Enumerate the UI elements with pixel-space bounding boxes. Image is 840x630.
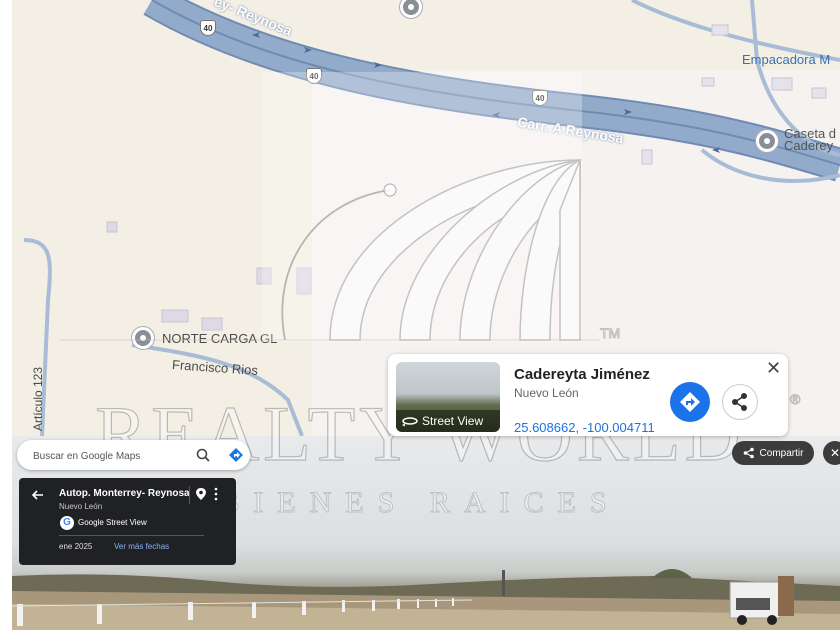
share-button[interactable] bbox=[722, 384, 758, 420]
close-street-view-button[interactable]: ✕ bbox=[823, 441, 840, 465]
capture-date: ene 2025 bbox=[59, 542, 93, 551]
street-view-chip[interactable]: Street View bbox=[396, 410, 500, 432]
street-view-chip-label: Street View bbox=[422, 414, 484, 428]
map-pin-icon[interactable] bbox=[132, 327, 154, 349]
more-vert-icon[interactable] bbox=[213, 487, 219, 501]
share-icon bbox=[743, 447, 754, 459]
place-card[interactable]: Street View Cadereyta Jiménez Nuevo León… bbox=[388, 354, 788, 436]
rotate-360-icon bbox=[402, 417, 418, 427]
directions-button[interactable] bbox=[670, 382, 710, 422]
place-coordinates[interactable]: 25.608662, -100.004711 bbox=[514, 420, 655, 435]
map-pin-icon[interactable] bbox=[756, 130, 778, 152]
poi-label-caseta[interactable]: Caseta d Caderey bbox=[784, 127, 836, 153]
directions-icon[interactable] bbox=[228, 447, 244, 463]
more-dates-link[interactable]: Ver más fechas bbox=[114, 542, 169, 551]
street-view-info-panel: Autop. Monterrey- Reynosa Nuevo León Goo… bbox=[19, 478, 236, 565]
share-icon bbox=[732, 393, 747, 411]
share-label: Compartir bbox=[759, 447, 804, 459]
street-view-subtitle: Nuevo León bbox=[59, 502, 103, 511]
place-title: Cadereyta Jiménez bbox=[514, 366, 650, 383]
place-subtitle: Nuevo León bbox=[514, 386, 579, 400]
divider bbox=[189, 486, 190, 504]
poi-label-norte-carga[interactable]: NORTE CARGA GL bbox=[162, 331, 277, 346]
street-view-source: Google Street View bbox=[78, 518, 147, 527]
back-arrow-icon[interactable] bbox=[31, 488, 45, 502]
caseta-line2: Caderey bbox=[784, 138, 834, 153]
close-icon[interactable]: ✕ bbox=[766, 358, 781, 379]
google-logo-icon bbox=[60, 516, 74, 530]
location-pin-icon[interactable] bbox=[195, 487, 207, 501]
highway-shield-icon: 40 bbox=[200, 20, 216, 36]
search-bar[interactable] bbox=[17, 440, 250, 472]
highway-shield-icon: 40 bbox=[306, 68, 322, 84]
highway-shield-icon: 40 bbox=[532, 90, 548, 106]
left-margin bbox=[0, 0, 12, 630]
divider bbox=[59, 535, 204, 536]
screenshot: 40 40 40 ey- Reynosa Carr. A Reynosa Emp… bbox=[0, 0, 840, 630]
directions-icon bbox=[680, 392, 700, 412]
search-input[interactable] bbox=[31, 440, 195, 472]
search-icon[interactable] bbox=[195, 447, 211, 463]
street-view-thumbnail[interactable]: Street View bbox=[396, 362, 500, 432]
street-view-title: Autop. Monterrey- Reynosa bbox=[59, 488, 190, 499]
street-label-articulo: Artículo 123 bbox=[31, 366, 46, 432]
poi-label-empacadora[interactable]: Empacadora M bbox=[742, 52, 830, 67]
share-street-view-button[interactable]: Compartir bbox=[732, 441, 814, 465]
